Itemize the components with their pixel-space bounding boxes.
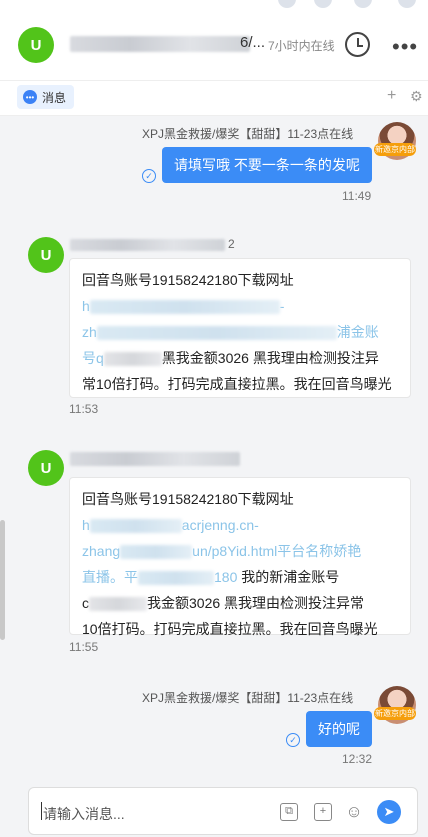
more-icon[interactable]: ••• [392, 34, 418, 60]
sender-avatar[interactable]: U [28, 237, 64, 273]
top-strip [0, 0, 428, 8]
contact-avatar[interactable]: U [18, 27, 54, 63]
message-line: c 我金额3026 黑我理由检测投注异常 [82, 595, 365, 612]
add-icon[interactable]: + [387, 87, 396, 105]
tab-messages-label: 消息 [42, 90, 67, 105]
sender-avatar[interactable]: U [28, 450, 64, 486]
message-link-line[interactable]: zh 浦金账 [82, 319, 398, 345]
message-link-line[interactable]: zhang un/p8Yid.html平台名称娇艳 [82, 538, 398, 564]
menu-icon[interactable] [398, 0, 416, 8]
tab-messages[interactable]: ••• 消息 [17, 85, 75, 109]
search-icon[interactable] [314, 0, 332, 8]
message-time: 12:32 [342, 752, 373, 766]
scrollbar[interactable] [0, 520, 5, 640]
sender-name-tail: 2 [228, 237, 235, 251]
sender-name-redacted [70, 239, 225, 251]
chat-header: U 6/... 7小时内在线 ••• [0, 8, 428, 80]
tab-bar: ••• 消息 + ⚙ [0, 80, 428, 116]
chat-bubble-icon: ••• [23, 90, 37, 104]
sender-name: XPJ黑金救援/爆奖【甜甜】11-23点在线 [142, 127, 354, 141]
sender-name: XPJ黑金救援/爆奖【甜甜】11-23点在线 [142, 691, 354, 705]
message-card[interactable]: 回音鸟账号19158242180下载网址 h acrjenng.cn- zhang… [69, 477, 411, 637]
message-line: 常10倍打码。打码完成直接拉黑。我在回音鸟曝光 [82, 376, 392, 392]
message-time: 11:55 [69, 640, 99, 654]
message-bubble[interactable]: 请填写哦 不要一条一条的发呢 [162, 147, 372, 183]
message-time: 11:53 [69, 402, 99, 416]
message-link-line[interactable]: h- [82, 293, 398, 319]
message-line: 10倍打码。打码完成直接拉黑。我在回音鸟曝光 [82, 621, 378, 637]
message-time: 11:49 [342, 189, 372, 203]
message-line: 回音鸟账号19158242180下载网址 [82, 491, 294, 507]
message-bubble[interactable]: 好的呢 [306, 711, 372, 747]
sender-name-redacted [70, 452, 240, 466]
message-line: 直播。平 180 我的新浦金账号 [82, 569, 340, 586]
message-line: 号q 黑我金额3026 黑我理由检测投注异 [82, 350, 379, 367]
window-icon[interactable] [278, 0, 296, 8]
contact-name-tail: 6/... [240, 34, 266, 51]
gear-icon[interactable]: ⚙ [410, 88, 423, 105]
message-link-line[interactable]: h acrjenng.cn- [82, 512, 398, 538]
folder-plus-icon[interactable]: + [314, 803, 332, 821]
message-line: 回音鸟账号19158242180下载网址 [82, 272, 294, 288]
message-card[interactable]: 回音鸟账号19158242180下载网址 h- zh 浦金账 号q 黑我金额3026… [69, 258, 411, 398]
text-caret [41, 802, 42, 820]
agent-badge: 新邀京内部 [374, 707, 416, 720]
message-input[interactable]: 请输入消息... [43, 804, 125, 824]
message-composer[interactable]: 请输入消息... ⧉ + ☺ ➤ [28, 787, 418, 835]
agent-badge: 新邀京内部 [374, 143, 416, 156]
contact-name-redacted [70, 36, 250, 52]
read-check-icon: ✓ [142, 169, 156, 183]
quick-reply-icon[interactable]: ⧉ [280, 803, 298, 821]
emoji-icon[interactable]: ☺ [345, 803, 363, 821]
tool-icon[interactable] [354, 0, 372, 8]
clock-icon[interactable] [345, 32, 370, 57]
read-check-icon: ✓ [286, 733, 300, 747]
online-status: 7小时内在线 [268, 39, 335, 53]
send-icon[interactable]: ➤ [377, 800, 401, 824]
